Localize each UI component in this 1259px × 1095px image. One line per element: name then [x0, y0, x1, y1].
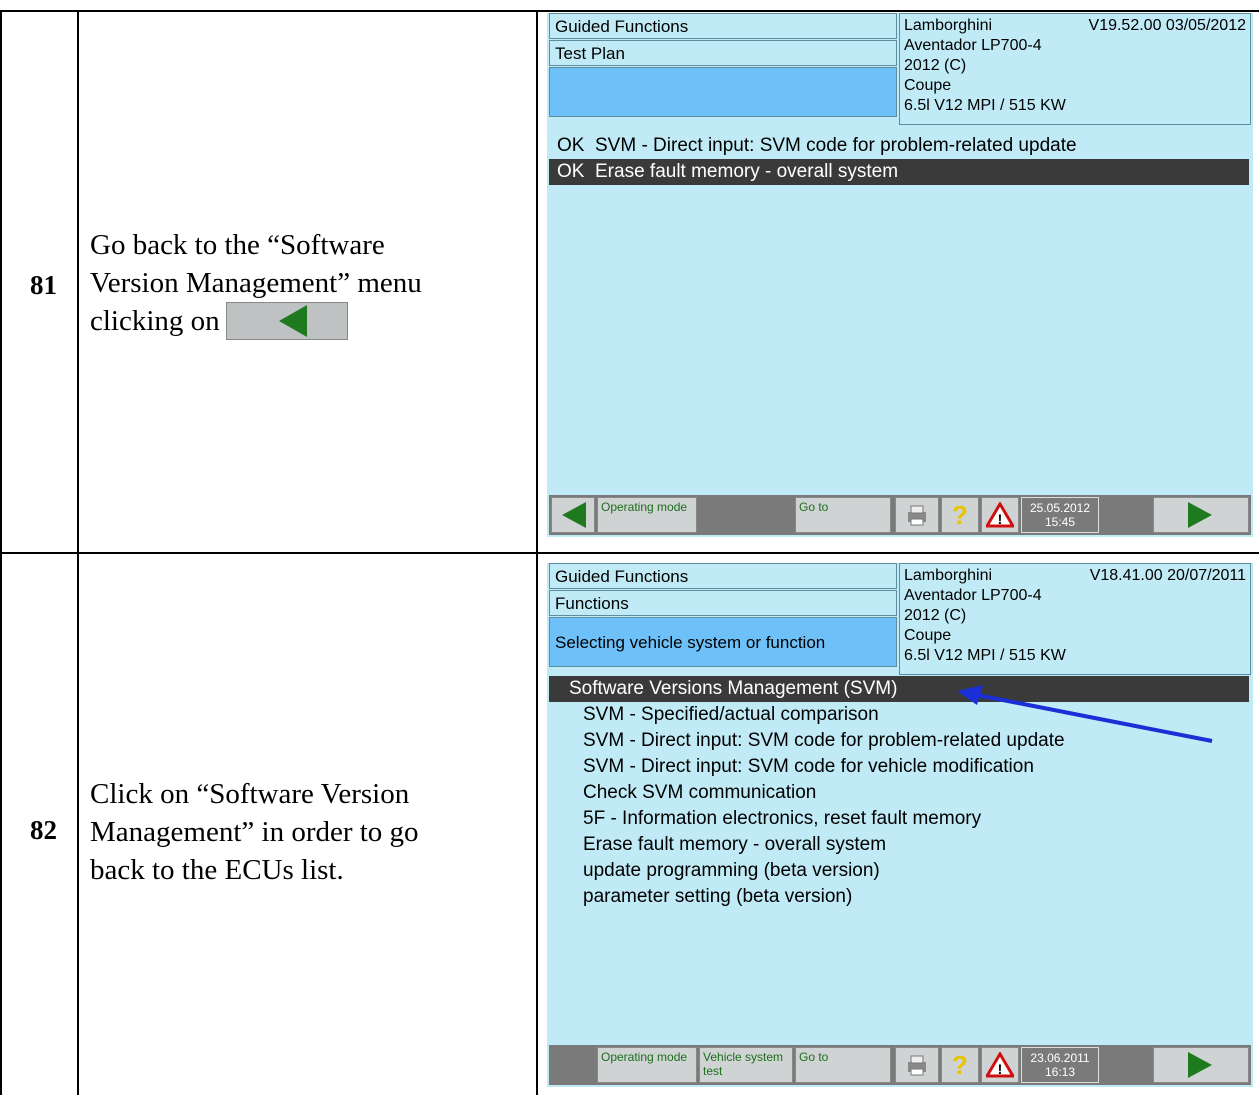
printer-icon	[908, 505, 926, 526]
print-button[interactable]	[895, 497, 939, 533]
help-button[interactable]: ?	[941, 497, 979, 533]
annotation-arrow	[957, 685, 1213, 743]
vehicle-system-test-button[interactable]: Vehicle system test	[699, 1047, 793, 1083]
software-version: V18.41.00 20/07/2011	[1089, 567, 1246, 584]
time-text: 15:45	[1044, 515, 1076, 529]
vehicle-year: 2012 (C)	[904, 607, 967, 624]
status-ok: OK	[557, 135, 585, 156]
table-border-top	[0, 10, 1259, 12]
back-button-image	[225, 302, 348, 340]
bottom-toolbar: Operating mode Go to ? ! 25.05.2012 15:4…	[549, 495, 1251, 535]
back-button[interactable]	[551, 497, 595, 533]
date-text: 23.06.2011	[1030, 1051, 1090, 1065]
warning-icon: !	[986, 502, 1014, 528]
step-number: 81	[30, 270, 57, 300]
header-left-panel: Guided Functions Test Plan	[549, 13, 897, 118]
list-item-label: SVM - Direct input: SVM code for problem…	[595, 135, 1077, 156]
svg-text:!: !	[998, 511, 1003, 527]
table-col-divider-2	[536, 10, 538, 1095]
instruction-line: back to the ECUs list.	[90, 854, 344, 886]
diagnostic-screen-81: Guided Functions Test Plan V19.52.00 03/…	[547, 13, 1253, 537]
list-item[interactable]: Erase fault memory - overall system	[549, 832, 1249, 858]
list-item[interactable]: update programming (beta version)	[549, 858, 1249, 884]
time-text: 16:13	[1044, 1065, 1076, 1079]
datetime-display: 25.05.2012 15:45	[1021, 497, 1099, 533]
back-arrow-icon	[562, 502, 586, 528]
software-version: V19.52.00 03/05/2012	[1088, 17, 1246, 34]
forward-arrow-icon	[1188, 1052, 1212, 1078]
bottom-toolbar: Operating mode Vehicle system test Go to…	[549, 1045, 1251, 1085]
warning-icon: !	[986, 1052, 1014, 1078]
list-item[interactable]: parameter setting (beta version)	[549, 884, 1249, 910]
step-number: 82	[30, 815, 57, 845]
list-item[interactable]: OK SVM - Direct input: SVM code for probl…	[549, 133, 1249, 159]
go-to-button[interactable]: Go to	[795, 1047, 891, 1083]
header-subtitle	[549, 67, 897, 117]
vehicle-model: Aventador LP700-4	[904, 587, 1042, 604]
vehicle-body: Coupe	[904, 77, 952, 94]
instruction-line: Management” in order to go	[90, 816, 419, 848]
list-item-label: Erase fault memory - overall system	[595, 161, 899, 182]
vehicle-model: Aventador LP700-4	[904, 37, 1042, 54]
vehicle-year: 2012 (C)	[904, 57, 967, 74]
vehicle-body: Coupe	[904, 627, 952, 644]
forward-button[interactable]	[1153, 497, 1249, 533]
list-item-selected[interactable]: OK Erase fault memory - overall system	[549, 159, 1249, 185]
header-left-panel: Guided Functions Functions Selecting veh…	[549, 563, 897, 668]
warning-button[interactable]: !	[981, 1047, 1019, 1083]
step-instruction: Click on “Software Version Management” i…	[90, 775, 520, 889]
forward-button[interactable]	[1153, 1047, 1249, 1083]
instruction-line: clicking on	[90, 305, 220, 337]
instruction-line: Click on “Software Version	[90, 778, 410, 810]
header-subtitle: Selecting vehicle system or function	[549, 617, 897, 667]
table-col-divider-1	[77, 10, 79, 1095]
header-guided-functions: Guided Functions	[549, 13, 897, 39]
date-text: 25.05.2012	[1029, 501, 1091, 515]
operating-mode-button[interactable]: Operating mode	[597, 1047, 697, 1083]
instruction-line: Go back to the “Software	[90, 229, 385, 261]
help-button[interactable]: ?	[941, 1047, 979, 1083]
print-button[interactable]	[895, 1047, 939, 1083]
question-icon: ?	[952, 500, 968, 530]
header-test-plan: Test Plan	[549, 40, 897, 66]
table-border-left	[0, 10, 2, 1095]
operating-mode-button[interactable]: Operating mode	[597, 497, 697, 533]
vehicle-engine: 6.5l V12 MPI / 515 KW	[904, 97, 1066, 114]
datetime-display: 23.06.2011 16:13	[1021, 1047, 1099, 1083]
diagnostic-screen-82: Guided Functions Functions Selecting veh…	[547, 563, 1253, 1087]
forward-arrow-icon	[1188, 502, 1212, 528]
table-row-divider	[0, 552, 1259, 554]
svg-text:!: !	[998, 1061, 1003, 1077]
header-functions: Functions	[549, 590, 897, 616]
printer-icon	[908, 1055, 926, 1076]
vehicle-info-panel: V18.41.00 20/07/2011 Lamborghini Aventad…	[899, 563, 1251, 675]
test-plan-list: OK SVM - Direct input: SVM code for probl…	[549, 133, 1249, 185]
status-ok: OK	[557, 161, 585, 182]
vehicle-info-panel: V19.52.00 03/05/2012 Lamborghini Aventad…	[899, 13, 1251, 125]
back-arrow-icon	[278, 305, 307, 337]
go-to-button[interactable]: Go to	[795, 497, 891, 533]
instruction-line: Version Management” menu	[90, 267, 422, 299]
header-guided-functions: Guided Functions	[549, 563, 897, 589]
step-instruction: Go back to the “Software Version Managem…	[90, 226, 520, 340]
question-icon: ?	[952, 1050, 968, 1080]
warning-button[interactable]: !	[981, 497, 1019, 533]
